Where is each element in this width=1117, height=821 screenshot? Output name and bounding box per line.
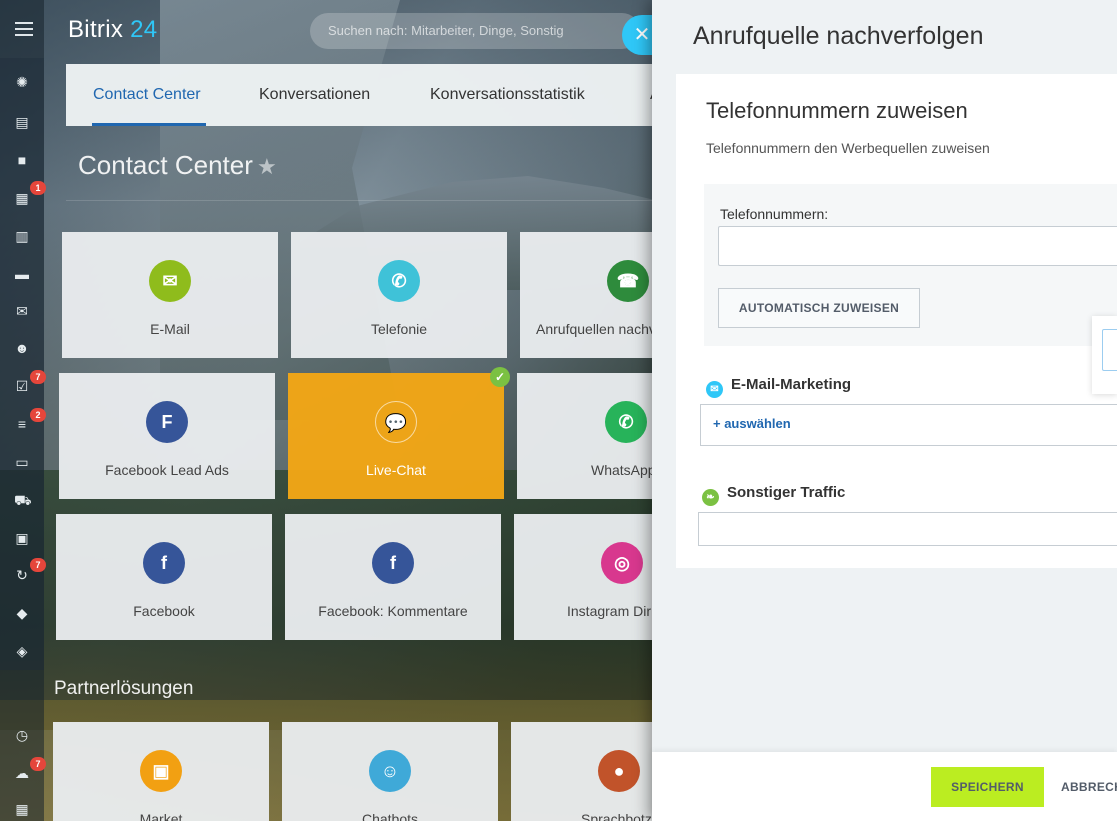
tile-label: E-Mail xyxy=(150,321,190,337)
tile-market[interactable]: ▣ Market xyxy=(53,722,269,821)
call-tracking-slider: Anrufquelle nachverfolgen Telefonnummern… xyxy=(652,0,1117,821)
tile-instagram-direct[interactable]: ◎ Instagram Dir xyxy=(514,514,666,640)
app-logo[interactable]: Bitrix 24 xyxy=(68,16,157,44)
calendar-icon[interactable]: ▦ xyxy=(14,190,30,206)
facebook-icon: f xyxy=(143,542,185,584)
logo-text: Bitrix xyxy=(68,16,124,43)
mic-icon: ● xyxy=(598,750,640,792)
apps-icon[interactable]: ▦ xyxy=(14,801,30,817)
tile-label: Chatbots xyxy=(361,811,419,821)
slider-header: Anrufquelle nachverfolgen xyxy=(652,0,1117,74)
tile-label: Live-Chat xyxy=(366,462,426,478)
tasks-badge: 7 xyxy=(30,370,46,384)
bot-badge: 7 xyxy=(30,757,46,771)
tab-contact-center[interactable]: Contact Center xyxy=(93,86,201,104)
crm-badge: 2 xyxy=(30,408,46,422)
stream-icon[interactable]: ✺ xyxy=(14,74,30,90)
calendar-badge: 1 xyxy=(30,181,46,195)
chat-icon[interactable]: ■ xyxy=(14,152,30,168)
favorite-star-icon[interactable]: ★ xyxy=(257,154,277,180)
bot-icon[interactable]: ☁ xyxy=(14,765,30,781)
active-tab-indicator xyxy=(92,123,206,126)
search-input[interactable]: Suchen nach: Mitarbeiter, Dinge, Sonstig xyxy=(310,13,640,49)
contact-center-icon[interactable]: ▣ xyxy=(14,530,30,546)
tile-call-tracking[interactable]: ☎ Anrufquellen nachve xyxy=(520,232,666,358)
source-name: E-Mail-Marketing xyxy=(731,376,852,393)
tile-telefonie[interactable]: ✆ Telefonie xyxy=(291,232,507,358)
facebook-leads-icon: F xyxy=(146,401,188,443)
select-link[interactable]: + auswählen xyxy=(713,416,791,431)
auto-assign-button[interactable]: AUTOMATISCH ZUWEISEN xyxy=(718,288,920,328)
instagram-icon: ◎ xyxy=(601,542,643,584)
phone-track-icon: ☎ xyxy=(607,260,649,302)
source-other-traffic: ❧ Sonstiger Traffic xyxy=(702,484,845,506)
chatbot-icon: ☺ xyxy=(369,750,411,792)
assign-numbers-card: Telefonnummern zuweisen Telefonnummern d… xyxy=(676,74,1117,568)
market-icon: ▣ xyxy=(140,750,182,792)
menu-icon[interactable] xyxy=(15,22,33,36)
documents-icon[interactable]: ▥ xyxy=(14,228,30,244)
cube-icon[interactable]: ◆ xyxy=(14,605,30,621)
connected-check-icon: ✓ xyxy=(490,367,510,387)
chat-icon: 💬 xyxy=(375,401,417,443)
tile-facebook-comments[interactable]: f Facebook: Kommentare xyxy=(285,514,501,640)
divider xyxy=(66,200,666,201)
tile-live-chat[interactable]: 💬 Live-Chat ✓ xyxy=(288,367,510,499)
page-title: Contact Center xyxy=(78,150,253,180)
floating-popup[interactable] xyxy=(1092,316,1117,394)
crm-icon[interactable]: ≡ xyxy=(14,416,30,432)
card-title: Telefonnummern zuweisen xyxy=(706,98,968,123)
clock-icon[interactable]: ◷ xyxy=(14,727,30,743)
other-traffic-selector[interactable] xyxy=(698,512,1117,546)
mail-icon: ✉ xyxy=(706,381,723,398)
tile-label: Anrufquellen nachve xyxy=(536,321,664,337)
automation-icon[interactable]: ↻ xyxy=(14,567,30,583)
mail-icon[interactable]: ✉ xyxy=(14,303,30,319)
cancel-button[interactable]: ABBRECH xyxy=(1061,767,1117,807)
box-icon[interactable]: ◈ xyxy=(14,643,30,659)
top-tab-bar: Contact Center Konversationen Konversati… xyxy=(66,64,666,126)
phone-numbers-label: Telefonnummern: xyxy=(720,206,829,222)
phone-numbers-section: Telefonnummern: AUTOMATISCH ZUWEISEN xyxy=(704,184,1117,346)
tile-whatsapp[interactable]: ✆ WhatsApp xyxy=(517,373,666,499)
tile-label: Facebook Lead Ads xyxy=(105,462,229,478)
email-marketing-selector[interactable]: + auswählen xyxy=(700,404,1117,446)
sites-icon[interactable]: ▭ xyxy=(14,454,30,470)
shop-icon[interactable]: ⛟ xyxy=(14,492,32,508)
tile-chatbots[interactable]: ☺ Chatbots xyxy=(282,722,498,821)
tile-email[interactable]: ✉ E-Mail xyxy=(62,232,278,358)
slider-title: Anrufquelle nachverfolgen xyxy=(693,22,984,50)
tile-label: Market xyxy=(139,811,183,821)
logo-number: 24 xyxy=(130,16,158,43)
tile-label: Facebook xyxy=(133,603,195,619)
tab-konversationen[interactable]: Konversationen xyxy=(259,86,370,104)
source-email-marketing: ✉ E-Mail-Marketing xyxy=(706,376,851,398)
mail-icon: ✉ xyxy=(149,260,191,302)
tab-konversationsstatistik[interactable]: Konversationsstatistik xyxy=(430,86,585,104)
news-icon[interactable]: ▤ xyxy=(14,114,30,130)
leaf-icon: ❧ xyxy=(702,489,719,506)
phone-icon: ✆ xyxy=(378,260,420,302)
automation-badge: 7 xyxy=(30,558,46,572)
facebook-comments-icon: f xyxy=(372,542,414,584)
tile-facebook[interactable]: f Facebook xyxy=(56,514,272,640)
phone-numbers-field[interactable] xyxy=(718,226,1117,266)
slider-footer: SPEICHERN ABBRECH xyxy=(652,752,1117,821)
tile-voice-bots[interactable]: ● Sprachbotz xyxy=(511,722,666,821)
tile-label: Facebook: Kommentare xyxy=(318,603,468,619)
groups-icon[interactable]: ☻ xyxy=(14,340,30,356)
partner-section-title: Partnerlösungen xyxy=(54,678,194,699)
left-sidebar: ✺ ▤ ■ ▦ 1 ▥ ▬ ✉ ☻ ☑ 7 ≡ 2 ▭ ⛟ ▣ ↻ 7 ◆ ◈ … xyxy=(0,0,46,821)
whatsapp-icon: ✆ xyxy=(605,401,647,443)
tile-facebook-lead-ads[interactable]: F Facebook Lead Ads xyxy=(59,373,275,499)
tasks-icon[interactable]: ☑ xyxy=(14,378,30,394)
card-subtitle: Telefonnummern den Werbequellen zuweisen xyxy=(706,140,990,156)
tile-label: Telefonie xyxy=(370,321,428,337)
drive-icon[interactable]: ▬ xyxy=(14,266,30,282)
save-button[interactable]: SPEICHERN xyxy=(931,767,1044,807)
source-name: Sonstiger Traffic xyxy=(727,484,846,501)
